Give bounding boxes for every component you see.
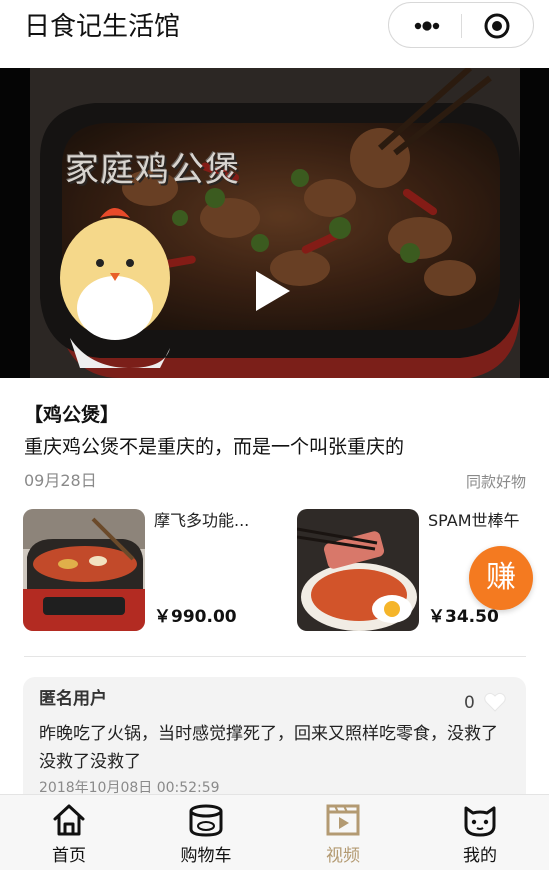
more-icon[interactable] <box>407 15 447 37</box>
tab-home[interactable]: 首页 <box>14 795 124 871</box>
cat-icon <box>464 806 496 837</box>
capsule-divider <box>461 14 462 38</box>
publish-date: 09月28日 <box>24 471 97 490</box>
app-title: 日食记生活馆 <box>24 12 181 42</box>
tab-mine[interactable]: 我的 <box>425 795 535 871</box>
tab-video[interactable]: 视频 <box>288 795 398 871</box>
video-player[interactable]: 家庭鸡公煲 <box>0 68 549 378</box>
tab-label: 购物车 <box>180 846 232 866</box>
product-card-multicooker[interactable]: 摩飞多功能... ￥990.00 <box>23 509 273 631</box>
bottom-tab-bar: 首页 购物车 视频 我的 <box>0 794 549 870</box>
mini-program-capsule <box>388 2 534 48</box>
comment-text: 昨晚吃了火锅，当时感觉撑死了，回来又照样吃零食，没救了没救了没救了 <box>39 724 498 772</box>
tab-label: 我的 <box>463 846 497 866</box>
product-price: ￥34.50 <box>428 607 499 627</box>
home-icon <box>53 804 85 836</box>
tab-label: 首页 <box>52 846 86 866</box>
article-headline: 重庆鸡公煲不是重庆的，而是一个叫张重庆的 <box>24 436 405 458</box>
comment-username: 匿名用户 <box>39 689 107 709</box>
video-icon <box>326 804 360 836</box>
video-caption: 家庭鸡公煲 <box>65 150 240 190</box>
close-target-icon[interactable] <box>483 12 511 40</box>
product-image-multicooker <box>23 509 145 631</box>
heart-icon[interactable] <box>484 692 506 712</box>
product-image-spam <box>297 509 419 631</box>
section-divider <box>24 656 526 657</box>
same-goods-link[interactable]: 同款好物 <box>466 471 526 493</box>
top-bar: 日食记生活馆 <box>0 0 549 68</box>
like-count: 0 <box>464 693 475 713</box>
comment-card: 匿名用户 0 昨晚吃了火锅，当时感觉撑死了，回来又照样吃零食，没救了没救了没救了… <box>23 677 526 807</box>
product-price: ￥990.00 <box>154 607 237 627</box>
tab-cart[interactable]: 购物车 <box>151 795 261 871</box>
earn-commission-button[interactable]: 赚 <box>469 546 533 610</box>
play-icon[interactable] <box>250 268 294 314</box>
tab-label: 视频 <box>326 846 360 866</box>
product-name: SPAM世棒午 <box>428 511 520 530</box>
product-name: 摩飞多功能... <box>154 511 250 530</box>
cart-icon <box>189 804 223 837</box>
recipe-tag-title: 【鸡公煲】 <box>24 404 120 426</box>
video-frame <box>0 68 549 378</box>
